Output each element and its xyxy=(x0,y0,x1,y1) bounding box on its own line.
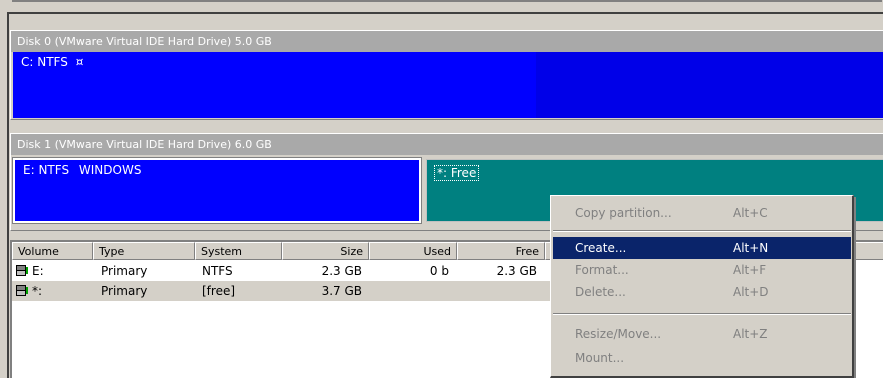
column-header-type[interactable]: Type xyxy=(93,242,195,260)
partition-context-menu: Copy partition... Alt+C Create... Alt+N … xyxy=(550,195,854,378)
menu-item-shortcut: Alt+F xyxy=(733,263,767,277)
cell-volume: E: xyxy=(32,264,44,278)
cell-system: [free] xyxy=(202,284,236,298)
menu-item-mount[interactable]: Mount... xyxy=(553,347,851,369)
menu-item-label: Mount... xyxy=(575,351,625,365)
disk-1-title: Disk 1 (VMware Virtual IDE Hard Drive) 6… xyxy=(11,134,883,155)
cell-type: Primary xyxy=(101,264,148,278)
column-header-system[interactable]: System xyxy=(195,242,282,260)
column-header-used[interactable]: Used xyxy=(369,242,457,260)
menu-item-shortcut: Alt+C xyxy=(733,206,768,220)
column-header-size[interactable]: Size xyxy=(282,242,369,260)
column-header-volume[interactable]: Volume xyxy=(12,242,93,260)
menu-item-label: Resize/Move... xyxy=(575,327,662,341)
partition-e-volume-name: WINDOWS xyxy=(78,163,142,177)
table-row[interactable]: *: Primary [free] 3.7 GB xyxy=(12,281,552,301)
menu-item-label: Create... xyxy=(575,241,627,255)
menu-item-delete[interactable]: Delete... Alt+D xyxy=(553,281,851,303)
menu-item-shortcut: Alt+D xyxy=(733,285,769,299)
cell-size: 3.7 GB xyxy=(321,284,362,298)
partition-e-label: E: NTFS xyxy=(23,163,70,177)
window-top-border xyxy=(12,0,882,2)
table-row[interactable]: E: Primary NTFS 2.3 GB 0 b 2.3 GB xyxy=(12,261,552,281)
disk-volume-icon xyxy=(16,265,28,276)
partition-free-label: *: Free xyxy=(434,165,480,181)
disk-0-title: Disk 0 (VMware Virtual IDE Hard Drive) 5… xyxy=(11,31,883,52)
menu-item-resize-move[interactable]: Resize/Move... Alt+Z xyxy=(553,323,851,345)
column-header-free[interactable]: Free xyxy=(457,242,545,260)
cell-type: Primary xyxy=(101,284,148,298)
cell-free: 2.3 GB xyxy=(496,264,537,278)
menu-item-label: Format... xyxy=(575,263,629,277)
cell-used xyxy=(369,281,449,301)
menu-item-format[interactable]: Format... Alt+F xyxy=(553,259,851,281)
partition-c[interactable]: C: NTFS ¤ xyxy=(13,52,883,118)
menu-item-shortcut: Alt+Z xyxy=(733,327,768,341)
cell-free xyxy=(457,281,537,301)
menu-item-label: Delete... xyxy=(575,285,626,299)
cell-volume: *: xyxy=(32,284,43,298)
menu-item-copy-partition[interactable]: Copy partition... Alt+C xyxy=(553,202,851,224)
menu-item-shortcut: Alt+N xyxy=(733,241,769,255)
disk-0-panel: Disk 0 (VMware Virtual IDE Hard Drive) 5… xyxy=(10,30,883,120)
disk-volume-icon xyxy=(16,285,28,296)
cell-used: 0 b xyxy=(429,264,449,278)
menu-separator xyxy=(553,313,851,315)
partition-e[interactable]: E: NTFS WINDOWS xyxy=(12,157,422,224)
menu-separator xyxy=(553,230,851,232)
cell-system: NTFS xyxy=(202,264,233,278)
menu-item-create[interactable]: Create... Alt+N xyxy=(553,237,851,259)
partition-c-label: C: NTFS xyxy=(21,55,68,69)
partition-c-suffix: ¤ xyxy=(75,55,84,69)
menu-item-label: Copy partition... xyxy=(575,206,672,220)
cell-size: 2.3 GB xyxy=(321,264,362,278)
partition-c-unused-area xyxy=(536,52,883,118)
